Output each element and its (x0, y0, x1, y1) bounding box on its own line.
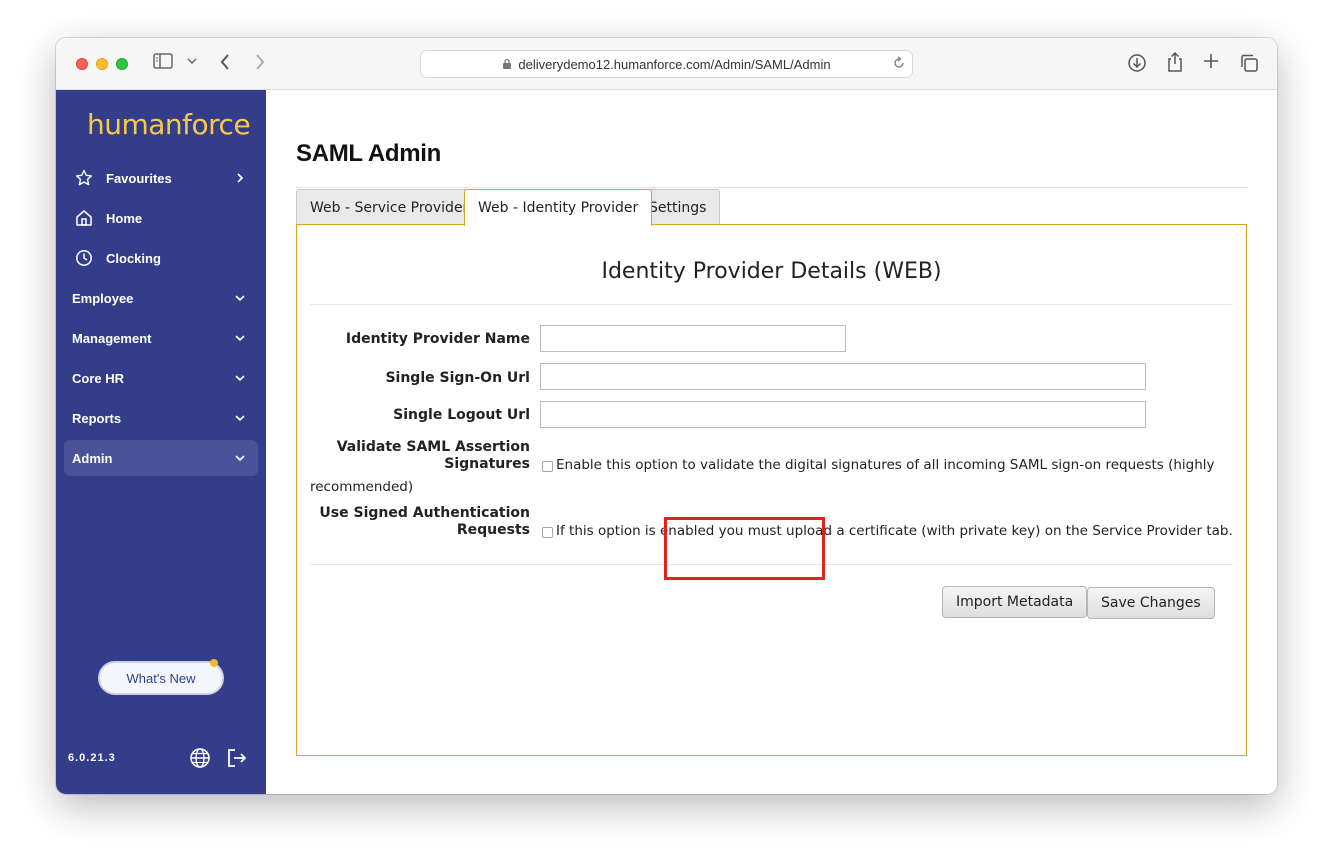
chevron-down-icon (232, 454, 248, 462)
zoom-window-button[interactable] (116, 58, 128, 70)
new-tab-icon[interactable] (1203, 53, 1219, 69)
minimize-window-button[interactable] (96, 58, 108, 70)
chevron-down-icon (232, 294, 248, 302)
sidebar-item-label: Employee (72, 290, 134, 306)
clock-icon (74, 248, 94, 268)
sidebar-item-admin[interactable]: Admin (64, 440, 258, 476)
signed-requests-help: If this option is enabled you must uploa… (556, 523, 1233, 539)
download-icon[interactable] (1127, 53, 1147, 73)
close-window-button[interactable] (76, 58, 88, 70)
whats-new-label: What's New (126, 670, 196, 686)
divider (296, 187, 1248, 188)
logout-url-input[interactable] (540, 401, 1146, 428)
browser-toolbar: deliverydemo12.humanforce.com/Admin/SAML… (56, 38, 1277, 90)
label-line: Use Signed Authentication (319, 505, 530, 521)
sidebar-item-home[interactable]: Home (64, 200, 258, 236)
label-line: Validate SAML Assertion (336, 439, 530, 455)
sidebar-item-label: Favourites (106, 170, 172, 186)
url-text: deliverydemo12.humanforce.com/Admin/SAML… (518, 56, 831, 72)
sidebar-item-label: Management (72, 330, 152, 346)
tab-web-service-provider[interactable]: Web - Service Provider (296, 189, 483, 225)
sidebar-item-label: Admin (72, 450, 113, 466)
validate-signatures-help-cont: recommended) (310, 479, 414, 495)
validate-signatures-label: Validate SAML Assertion Signatures (337, 439, 530, 473)
main-content: SAML Admin Web - Service Provider Web - … (266, 90, 1277, 794)
sidebar-item-core-hr[interactable]: Core HR (64, 360, 258, 396)
idp-name-label: Identity Provider Name (345, 331, 530, 347)
sso-url-input[interactable] (540, 363, 1146, 390)
sidebar-item-label: Clocking (106, 250, 161, 266)
sidebar-item-clocking[interactable]: Clocking (64, 240, 258, 276)
chevron-down-icon (232, 374, 248, 382)
address-bar[interactable]: deliverydemo12.humanforce.com/Admin/SAML… (420, 50, 913, 78)
save-changes-button[interactable]: Save Changes (1087, 587, 1215, 619)
version-label: 6.0.21.3 (68, 752, 116, 764)
label-line: Requests (456, 522, 530, 538)
whats-new-button[interactable]: What's New (98, 659, 224, 695)
home-icon (74, 208, 94, 228)
sidebar-item-favourites[interactable]: Favourites (64, 160, 258, 196)
globe-icon[interactable] (189, 747, 211, 769)
label-line: Signatures (444, 456, 530, 472)
chevron-right-icon (232, 173, 248, 183)
chevron-down-icon (232, 334, 248, 342)
sidebar-item-label: Reports (72, 410, 122, 426)
reload-icon[interactable] (892, 56, 906, 70)
idp-name-input[interactable] (540, 325, 846, 352)
lock-icon (502, 58, 512, 70)
sidebar-item-reports[interactable]: Reports (64, 400, 258, 436)
sso-url-label: Single Sign-On Url (385, 370, 530, 386)
sidebar-item-employee[interactable]: Employee (64, 280, 258, 316)
sidebar: humanforce Favourites Home Clocking Empl… (56, 90, 266, 794)
sidebar-item-management[interactable]: Management (64, 320, 258, 356)
validate-signatures-help: Enable this option to validate the digit… (556, 457, 1215, 473)
tabs-overview-icon[interactable] (1239, 53, 1259, 73)
divider (310, 564, 1233, 565)
divider (310, 304, 1233, 305)
back-icon[interactable] (219, 53, 231, 71)
panel-heading: Identity Provider Details (WEB) (601, 259, 942, 284)
star-icon (74, 168, 94, 188)
sidebar-item-label: Home (106, 210, 143, 226)
import-metadata-button[interactable]: Import Metadata (942, 586, 1088, 618)
sidebar-toggle-icon[interactable] (153, 53, 173, 69)
tab-web-identity-provider[interactable]: Web - Identity Provider (464, 189, 653, 226)
identity-provider-panel: Identity Provider Details (WEB) Identity… (296, 224, 1247, 756)
signed-requests-checkbox[interactable] (542, 527, 553, 538)
signed-requests-label: Use Signed Authentication Requests (319, 505, 530, 539)
chevron-down-icon (232, 414, 248, 422)
sidebar-item-label: Core HR (72, 370, 125, 386)
page-title: SAML Admin (296, 140, 441, 167)
logout-icon[interactable] (226, 747, 248, 769)
logout-url-label: Single Logout Url (393, 407, 530, 423)
browser-window: deliverydemo12.humanforce.com/Admin/SAML… (56, 38, 1277, 794)
validate-signatures-checkbox[interactable] (542, 461, 553, 472)
humanforce-logo[interactable]: humanforce (87, 108, 251, 141)
share-icon[interactable] (1166, 51, 1184, 73)
notification-dot (210, 659, 218, 667)
forward-icon[interactable] (254, 53, 266, 71)
chevron-down-icon[interactable] (187, 57, 197, 65)
